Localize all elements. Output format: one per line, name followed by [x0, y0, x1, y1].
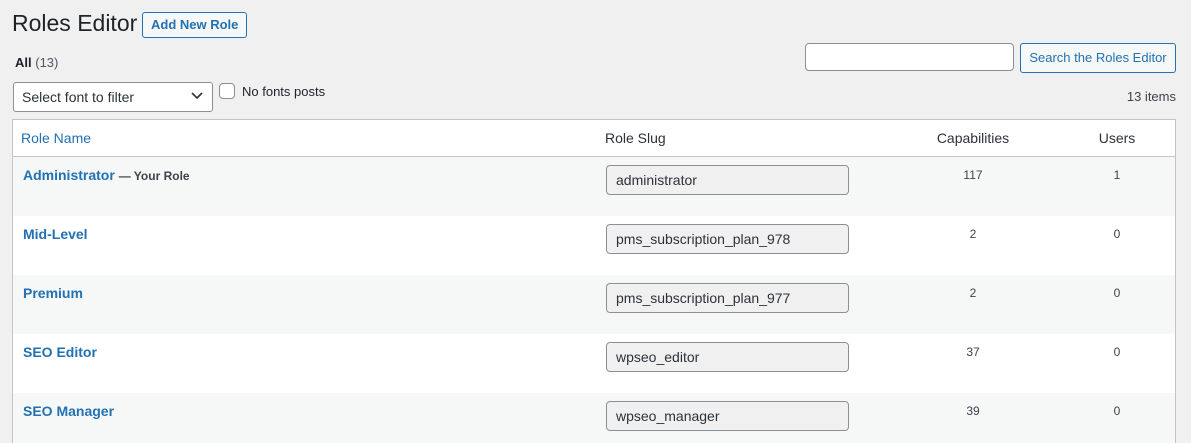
page-title: Roles Editor	[12, 10, 138, 36]
search-button[interactable]: Search the Roles Editor	[1020, 43, 1176, 73]
users-count: 0	[1113, 345, 1121, 359]
table-row: Administrator — Your Role administrator …	[13, 157, 1175, 216]
users-count: 0	[1113, 404, 1121, 418]
role-slug-field[interactable]: administrator	[606, 165, 849, 195]
column-header-role-slug: Role Slug	[605, 130, 666, 146]
capabilities-count: 37	[966, 345, 980, 359]
no-fonts-posts-checkbox[interactable]	[219, 83, 235, 99]
table-row: SEO Manager wpseo_manager 39 0	[13, 393, 1175, 443]
role-slug-field[interactable]: wpseo_editor	[606, 342, 849, 372]
column-header-users: Users	[1098, 130, 1136, 146]
role-name-text[interactable]: Administrator	[23, 167, 115, 183]
role-name-link[interactable]: SEO Manager	[23, 403, 114, 420]
role-slug-field[interactable]: pms_subscription_plan_977	[606, 283, 849, 313]
capabilities-count: 39	[966, 404, 980, 418]
role-slug-field[interactable]: wpseo_manager	[606, 401, 849, 431]
add-new-role-button[interactable]: Add New Role	[142, 12, 248, 38]
font-filter-select-value: Select font to filter	[22, 89, 135, 105]
capabilities-count: 117	[963, 168, 983, 182]
table-row: Premium pms_subscription_plan_977 2 0	[13, 275, 1175, 334]
table-row: Mid-Level pms_subscription_plan_978 2 0	[13, 216, 1175, 275]
filter-all-link[interactable]: All	[15, 55, 32, 70]
table-row: SEO Editor wpseo_editor 37 0	[13, 334, 1175, 393]
capabilities-count: 2	[969, 286, 977, 300]
role-name-link[interactable]: Mid-Level	[23, 226, 88, 243]
role-filter-links: All (13)	[15, 55, 58, 71]
column-header-capabilities: Capabilities	[936, 130, 1010, 146]
chevron-down-icon	[191, 92, 203, 100]
capabilities-count: 2	[969, 227, 977, 241]
table-header: Role Name Role Slug Capabilities Users	[13, 120, 1175, 157]
column-header-role-name[interactable]: Role Name	[21, 129, 91, 147]
users-count: 0	[1113, 286, 1121, 300]
role-name-link[interactable]: SEO Editor	[23, 344, 97, 361]
no-fonts-posts-label: No fonts posts	[242, 83, 326, 99]
search-input[interactable]	[805, 43, 1014, 71]
roles-table: Role Name Role Slug Capabilities Users A…	[12, 119, 1176, 443]
items-count: 13 items	[1126, 89, 1176, 104]
filter-all-count: (13)	[35, 55, 59, 70]
users-count: 0	[1113, 227, 1121, 241]
your-role-label: — Your Role	[118, 169, 190, 183]
no-fonts-posts-option: No fonts posts	[219, 82, 325, 100]
role-name-link[interactable]: Premium	[23, 285, 83, 302]
font-filter-select[interactable]: Select font to filter	[13, 82, 213, 112]
role-slug-field[interactable]: pms_subscription_plan_978	[606, 224, 849, 254]
roles-editor-page: Roles Editor Add New Role All (13) Searc…	[0, 0, 1191, 443]
role-name-link[interactable]: Administrator — Your Role	[23, 167, 190, 185]
users-count: 1	[1113, 168, 1121, 182]
